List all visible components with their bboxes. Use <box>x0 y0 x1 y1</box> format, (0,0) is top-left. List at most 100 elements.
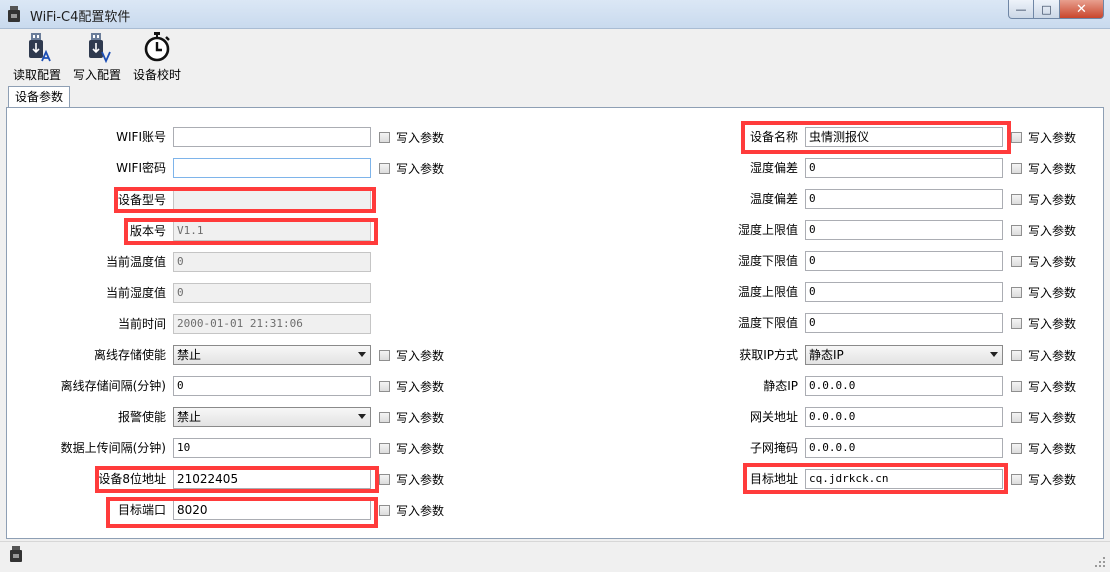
wifi-password-write-checkbox[interactable]: 写入参数 <box>379 160 444 176</box>
checkbox-box <box>379 473 390 485</box>
alarm-enable-write-checkbox[interactable]: 写入参数 <box>379 409 444 425</box>
subnet-mask-input[interactable]: 0.0.0.0 <box>805 438 1003 458</box>
checkbox-box <box>1011 162 1022 174</box>
checkbox-label: 写入参数 <box>1028 410 1077 425</box>
temperature-lower-limit-input[interactable]: 0 <box>805 313 1003 333</box>
device-model-input[interactable] <box>173 190 371 210</box>
current-humidity-input[interactable]: 0 <box>173 283 371 303</box>
checkbox-label: 写入参数 <box>396 161 445 176</box>
checkbox-box <box>1011 411 1022 423</box>
humidity-upper-limit-input[interactable]: 0 <box>805 220 1003 240</box>
window-controls: — □ ✕ <box>1008 0 1104 20</box>
target-port-input[interactable]: 8020 <box>173 500 371 520</box>
alarm-enable-select[interactable]: 禁止 <box>173 407 371 427</box>
temperature-lower-limit-label: 温度下限值 <box>737 316 798 330</box>
temperature-upper-limit-label: 温度上限值 <box>737 285 798 299</box>
wifi-ssid-input[interactable] <box>173 127 371 147</box>
resize-grip-icon[interactable] <box>1094 556 1106 568</box>
gateway-write-checkbox[interactable]: 写入参数 <box>1011 409 1076 425</box>
current-humidity-label: 当前湿度值 <box>105 286 166 300</box>
static-ip-input[interactable]: 0.0.0.0 <box>805 376 1003 396</box>
humidity-upper-limit-write-checkbox[interactable]: 写入参数 <box>1011 222 1076 238</box>
upload-interval-input[interactable]: 10 <box>173 438 371 458</box>
offline-storage-interval-input[interactable]: 0 <box>173 376 371 396</box>
humidity-lower-limit-write-checkbox[interactable]: 写入参数 <box>1011 253 1076 269</box>
checkbox-label: 写入参数 <box>1028 223 1077 238</box>
usb-read-icon <box>29 33 51 62</box>
checkbox-box <box>1011 224 1022 236</box>
temperature-upper-limit-input[interactable]: 0 <box>805 282 1003 302</box>
target-address-write-checkbox[interactable]: 写入参数 <box>1011 471 1076 487</box>
device-address-write-checkbox[interactable]: 写入参数 <box>379 471 444 487</box>
version-input[interactable]: V1.1 <box>173 221 371 241</box>
checkbox-box <box>1011 193 1022 205</box>
chevron-down-icon <box>358 414 366 419</box>
device-name-write-checkbox[interactable]: 写入参数 <box>1011 129 1076 145</box>
target-port-write-checkbox[interactable]: 写入参数 <box>379 502 444 518</box>
write-config-button[interactable]: 写入配置 <box>72 31 122 83</box>
device-time-sync-button[interactable]: 设备校时 <box>132 31 182 83</box>
stopwatch-icon <box>144 32 170 62</box>
checkbox-box <box>1011 317 1022 329</box>
temperature-offset-write-checkbox[interactable]: 写入参数 <box>1011 191 1076 207</box>
humidity-lower-limit-input[interactable]: 0 <box>805 251 1003 271</box>
checkbox-box <box>1011 473 1022 485</box>
temperature-lower-limit-write-checkbox[interactable]: 写入参数 <box>1011 315 1076 331</box>
humidity-lower-limit-label: 湿度下限值 <box>737 254 798 268</box>
checkbox-label: 写入参数 <box>396 441 445 456</box>
wifi-ssid-write-checkbox[interactable]: 写入参数 <box>379 129 444 145</box>
offline-storage-enable-select[interactable]: 禁止 <box>173 345 371 365</box>
subnet-mask-label: 子网掩码 <box>749 441 798 455</box>
title-bar[interactable]: WiFi-C4配置软件 — □ ✕ <box>0 0 1110 29</box>
checkbox-box <box>379 162 390 174</box>
device-address-label: 设备8位地址 <box>98 472 166 486</box>
static-ip-write-checkbox[interactable]: 写入参数 <box>1011 378 1076 394</box>
checkbox-label: 写入参数 <box>396 472 445 487</box>
checkbox-label: 写入参数 <box>1028 316 1077 331</box>
close-button[interactable]: ✕ <box>1060 0 1104 19</box>
device-name-label: 设备名称 <box>749 130 798 144</box>
alarm-enable-value: 禁止 <box>177 410 202 424</box>
chevron-down-icon <box>358 352 366 357</box>
upload-interval-write-checkbox[interactable]: 写入参数 <box>379 440 444 456</box>
humidity-offset-label: 湿度偏差 <box>749 161 798 175</box>
subnet-mask-write-checkbox[interactable]: 写入参数 <box>1011 440 1076 456</box>
offline-storage-enable-write-checkbox[interactable]: 写入参数 <box>379 347 444 363</box>
offline-storage-enable-label: 离线存储使能 <box>93 348 166 362</box>
checkbox-box <box>379 504 390 516</box>
tab-strip: 设备参数 <box>0 86 1110 108</box>
checkbox-label: 写入参数 <box>396 379 445 394</box>
maximize-button[interactable]: □ <box>1034 0 1060 19</box>
ip-mode-select[interactable]: 静态IP <box>805 345 1003 365</box>
temperature-offset-input[interactable]: 0 <box>805 189 1003 209</box>
device-time-sync-label: 设备校时 <box>132 68 181 82</box>
humidity-offset-write-checkbox[interactable]: 写入参数 <box>1011 160 1076 176</box>
humidity-upper-limit-label: 湿度上限值 <box>737 223 798 237</box>
temperature-upper-limit-write-checkbox[interactable]: 写入参数 <box>1011 284 1076 300</box>
current-temperature-label: 当前温度值 <box>105 255 166 269</box>
humidity-offset-input[interactable]: 0 <box>805 158 1003 178</box>
checkbox-box <box>1011 255 1022 267</box>
target-address-input[interactable]: cq.jdrkck.cn <box>805 469 1003 489</box>
device-name-input[interactable]: 虫情测报仪 <box>805 127 1003 147</box>
offline-storage-interval-write-checkbox[interactable]: 写入参数 <box>379 378 444 394</box>
ip-mode-write-checkbox[interactable]: 写入参数 <box>1011 347 1076 363</box>
checkbox-label: 写入参数 <box>396 503 445 518</box>
checkbox-label: 写入参数 <box>1028 348 1077 363</box>
window-title: WiFi-C4配置软件 <box>30 10 131 25</box>
maximize-icon: □ <box>1041 2 1052 16</box>
checkbox-label: 写入参数 <box>396 130 445 145</box>
current-temperature-input[interactable]: 0 <box>173 252 371 272</box>
app-window: WiFi-C4配置软件 — □ ✕ 读取配置 写入配置 设备校时 设备参数 WI… <box>0 0 1110 572</box>
device-model-label: 设备型号 <box>117 193 166 207</box>
checkbox-label: 写入参数 <box>396 348 445 363</box>
gateway-input[interactable]: 0.0.0.0 <box>805 407 1003 427</box>
device-address-input[interactable]: 21022405 <box>173 469 371 489</box>
minimize-button[interactable]: — <box>1008 0 1034 19</box>
chevron-down-icon <box>990 352 998 357</box>
wifi-password-input[interactable] <box>173 158 371 178</box>
current-time-input[interactable]: 2000-01-01 21:31:06 <box>173 314 371 334</box>
tab-device-params[interactable]: 设备参数 <box>8 86 70 108</box>
read-config-label: 读取配置 <box>12 68 61 82</box>
read-config-button[interactable]: 读取配置 <box>12 31 62 83</box>
